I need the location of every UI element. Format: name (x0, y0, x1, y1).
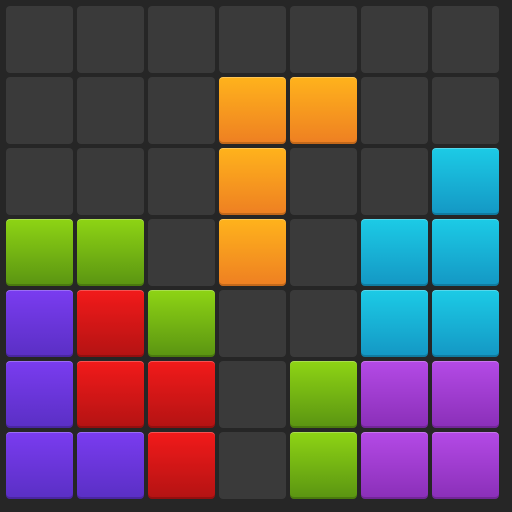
block-cell-green[interactable] (77, 219, 144, 286)
empty-cell[interactable] (290, 6, 357, 73)
block-cell-green[interactable] (148, 290, 215, 357)
block-cell-cyan[interactable] (361, 290, 428, 357)
block-cell-purple[interactable] (6, 290, 73, 357)
block-cell-violet[interactable] (361, 432, 428, 499)
empty-cell[interactable] (148, 6, 215, 73)
block-cell-green[interactable] (6, 219, 73, 286)
block-cell-cyan[interactable] (361, 219, 428, 286)
empty-cell[interactable] (432, 6, 499, 73)
block-cell-green[interactable] (290, 432, 357, 499)
block-cell-purple[interactable] (77, 432, 144, 499)
block-cell-purple[interactable] (6, 432, 73, 499)
empty-cell[interactable] (290, 148, 357, 215)
block-cell-orange[interactable] (290, 77, 357, 144)
block-cell-green[interactable] (290, 361, 357, 428)
block-cell-red[interactable] (148, 361, 215, 428)
empty-cell[interactable] (6, 6, 73, 73)
empty-cell[interactable] (6, 77, 73, 144)
empty-cell[interactable] (361, 148, 428, 215)
game-board (6, 6, 506, 506)
empty-cell[interactable] (219, 432, 286, 499)
empty-cell[interactable] (219, 361, 286, 428)
block-cell-violet[interactable] (361, 361, 428, 428)
block-cell-red[interactable] (148, 432, 215, 499)
block-cell-red[interactable] (77, 290, 144, 357)
empty-cell[interactable] (432, 77, 499, 144)
block-cell-orange[interactable] (219, 148, 286, 215)
block-cell-purple[interactable] (6, 361, 73, 428)
empty-cell[interactable] (361, 6, 428, 73)
block-cell-red[interactable] (77, 361, 144, 428)
empty-cell[interactable] (148, 148, 215, 215)
empty-cell[interactable] (77, 148, 144, 215)
block-cell-cyan[interactable] (432, 148, 499, 215)
empty-cell[interactable] (148, 219, 215, 286)
empty-cell[interactable] (77, 77, 144, 144)
empty-cell[interactable] (290, 219, 357, 286)
block-cell-violet[interactable] (432, 361, 499, 428)
empty-cell[interactable] (77, 6, 144, 73)
block-cell-violet[interactable] (432, 432, 499, 499)
empty-cell[interactable] (148, 77, 215, 144)
block-cell-orange[interactable] (219, 77, 286, 144)
block-cell-cyan[interactable] (432, 219, 499, 286)
empty-cell[interactable] (219, 6, 286, 73)
block-cell-orange[interactable] (219, 219, 286, 286)
block-cell-cyan[interactable] (432, 290, 499, 357)
empty-cell[interactable] (6, 148, 73, 215)
empty-cell[interactable] (361, 77, 428, 144)
empty-cell[interactable] (290, 290, 357, 357)
empty-cell[interactable] (219, 290, 286, 357)
